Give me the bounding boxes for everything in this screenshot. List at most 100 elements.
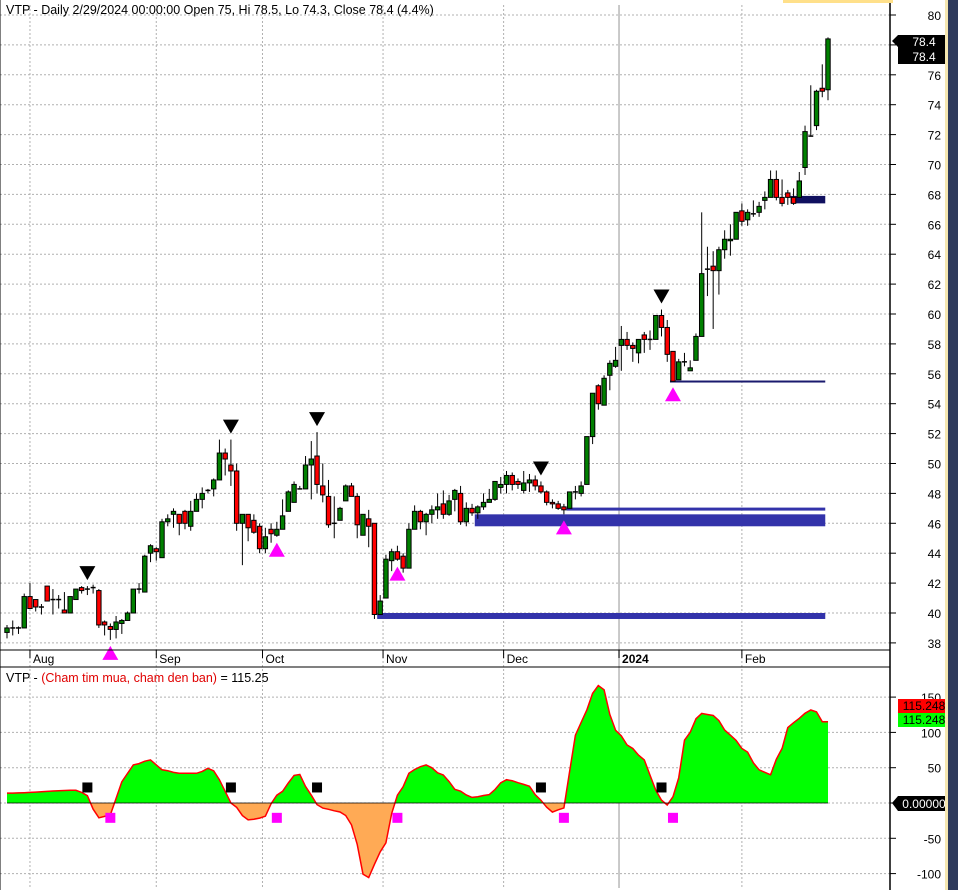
candle-up — [521, 482, 527, 491]
indicator-prefix: VTP - — [6, 671, 42, 685]
candle-up — [274, 528, 280, 536]
candle-down — [268, 528, 274, 535]
indicator-tick-label: 50 — [928, 762, 942, 776]
sell-square-icon — [312, 782, 323, 793]
candle-down — [549, 501, 556, 505]
price-tick-label: 52 — [928, 428, 942, 442]
candle-up — [434, 506, 441, 511]
month-tick-label: Feb — [745, 652, 766, 666]
stock-chart[interactable]: 38 40 42 44 46 48 50 52 54 56 58 60 62 64 66 68 70 72 74 76… — [0, 0, 958, 890]
candle-up — [406, 528, 412, 569]
candle-up — [578, 485, 584, 494]
candle-up — [825, 38, 831, 91]
candle-down — [641, 334, 647, 340]
candle-down — [664, 326, 670, 355]
candle-down — [27, 596, 33, 610]
candle-down — [515, 480, 521, 485]
candle-up — [756, 205, 762, 213]
candle-down — [78, 587, 85, 592]
candle-up — [498, 483, 504, 488]
candle-up — [383, 558, 389, 599]
candle-up — [423, 513, 429, 523]
candle-down — [96, 590, 102, 626]
candle-down — [320, 485, 326, 496]
indicator-name: (Cham tim mua, cham den ban) — [41, 671, 217, 685]
candle-down — [107, 625, 114, 630]
candle-down — [153, 548, 159, 553]
candle-up — [446, 500, 452, 515]
candle-up — [762, 196, 768, 201]
candle-up — [21, 596, 27, 629]
price-tick-label: 74 — [928, 99, 942, 113]
candle-up — [584, 436, 590, 485]
month-tick-label: 2024 — [622, 652, 649, 666]
last-close-label-1: 78.4 — [912, 35, 936, 49]
candle-down — [532, 479, 538, 487]
candle-up — [308, 458, 314, 466]
candle-down — [561, 506, 567, 511]
candle-down — [595, 385, 602, 405]
candle-down — [61, 609, 68, 614]
candle-up — [693, 335, 699, 361]
last-close-label-2: 78.4 — [912, 50, 936, 64]
candle-down — [101, 621, 108, 626]
candle-down — [624, 338, 630, 346]
candle-up — [279, 515, 286, 530]
candle-up — [124, 612, 131, 621]
candle-up — [142, 555, 148, 593]
candle-up — [698, 273, 705, 337]
candle-up — [727, 238, 734, 242]
candle-up — [337, 507, 343, 521]
candle-up — [210, 479, 217, 490]
candle-down — [354, 495, 360, 526]
indicator-green-value: 115.248 — [903, 713, 946, 727]
candle-up — [802, 131, 808, 168]
buy-square-icon — [105, 812, 116, 823]
candle-down — [365, 518, 372, 527]
candle-up — [193, 498, 200, 512]
price-tick-label: 58 — [928, 338, 942, 352]
candle-down — [417, 510, 424, 523]
candle-down — [630, 344, 636, 349]
price-tick-label: 68 — [928, 188, 942, 202]
indicator-red-value: 115.248 — [903, 699, 946, 713]
right-border — [945, 0, 948, 890]
candle-down — [325, 495, 332, 526]
candle-down — [44, 585, 50, 602]
price-tick-label: 70 — [928, 159, 942, 173]
chart-title: VTP - Daily 2/29/2024 00:00:00 Open 75, … — [6, 3, 434, 17]
candle-down — [348, 485, 355, 497]
candle-up — [302, 464, 309, 490]
candle-down — [710, 265, 716, 272]
price-tick-label: 80 — [928, 9, 942, 23]
candle-up — [796, 180, 802, 198]
candle-down — [469, 507, 475, 514]
candle-up — [486, 498, 492, 503]
window-edge — [948, 0, 958, 890]
candle-up — [566, 491, 573, 509]
month-tick-label: Nov — [386, 652, 407, 666]
candle-down — [222, 452, 228, 460]
price-tick-label: 62 — [928, 278, 942, 292]
support-zone — [377, 613, 826, 619]
candle-up — [526, 479, 533, 484]
price-tick-label: 44 — [928, 547, 942, 561]
candle-up — [67, 596, 73, 614]
candle-down — [251, 519, 257, 533]
candle-up — [653, 314, 659, 340]
candle-up — [452, 489, 458, 500]
candle-up — [721, 238, 728, 251]
candle-down — [176, 513, 182, 524]
price-tick-label: 76 — [928, 69, 942, 83]
candle-down — [790, 196, 797, 204]
candle-down — [739, 210, 745, 222]
candle-down — [394, 551, 401, 560]
sell-square-icon — [82, 782, 93, 793]
candle-up — [147, 545, 154, 554]
candle-down — [33, 599, 39, 608]
candle-up — [165, 518, 171, 523]
candle-up — [170, 510, 177, 515]
candle-up — [188, 510, 194, 527]
candle-down — [233, 470, 240, 524]
candle-down — [670, 350, 676, 382]
